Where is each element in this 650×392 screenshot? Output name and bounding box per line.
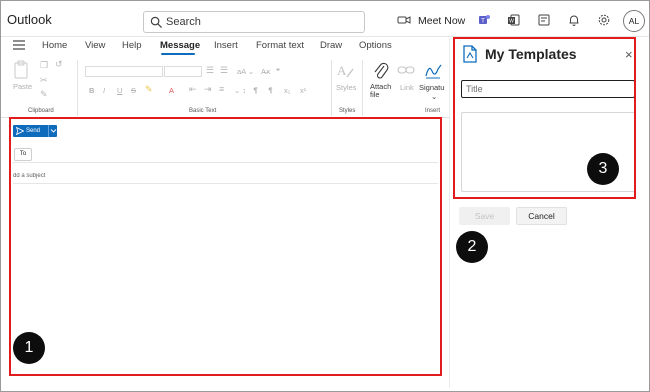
ribbon-tabs: Home View Help Message Insert Format tex… [1, 38, 449, 56]
ltr-icon[interactable]: ¶⃗ [253, 86, 258, 95]
tab-insert[interactable]: Insert [214, 40, 238, 51]
paperclip-icon[interactable] [372, 61, 390, 81]
decrease-indent-icon[interactable]: ⇤ [189, 84, 197, 95]
highlight-icon[interactable]: ✎ [145, 84, 153, 95]
svg-text:A: A [337, 63, 347, 78]
copy-icon[interactable]: ❐ [40, 60, 48, 71]
superscript-icon[interactable]: x¹ [300, 86, 306, 95]
strikethrough-icon[interactable]: S [131, 86, 136, 95]
paste-label: Paste [13, 82, 33, 91]
subscript-icon[interactable]: x₁ [284, 86, 290, 95]
link-icon[interactable] [397, 63, 415, 77]
font-size-select[interactable] [164, 66, 202, 77]
ribbon: Paste ❐ ↺ ✂ ✎ Clipboard ☰ ☰ aA ⌄ A̶ⅹ ❞ B… [1, 56, 449, 118]
gear-icon[interactable] [597, 13, 611, 27]
save-button[interactable]: Save [459, 207, 510, 225]
svg-text:T: T [481, 19, 485, 25]
hamburger-menu-icon[interactable] [13, 40, 25, 50]
undo-icon[interactable]: ↺ [55, 59, 63, 70]
attach-file-label[interactable]: Attach file [370, 83, 394, 99]
link-label: Link [400, 83, 414, 92]
insert-group-label: Insert [425, 108, 441, 114]
font-size-grow-icon[interactable]: aA ⌄ [237, 67, 254, 76]
rtl-icon[interactable]: ¶⃖ [268, 86, 273, 95]
search-icon [150, 16, 163, 29]
bold-icon[interactable]: B [89, 86, 94, 95]
pane-divider [449, 38, 450, 388]
title-bar: Outlook Meet Now T W AL [1, 1, 649, 37]
styles-label: Styles [336, 83, 357, 92]
avatar[interactable]: AL [623, 10, 645, 32]
italic-icon[interactable]: I [103, 86, 105, 95]
tab-view[interactable]: View [85, 40, 105, 51]
underline-icon[interactable]: U [117, 86, 122, 95]
annotation-marker-2: 2 [456, 231, 488, 263]
align-icon[interactable]: ≡ [219, 84, 224, 94]
clear-format-icon[interactable]: A̶ⅹ [261, 67, 270, 76]
styles-group-label: Styles [339, 108, 356, 114]
active-tab-indicator [161, 53, 195, 55]
group-divider [362, 60, 363, 116]
notes-icon[interactable] [537, 13, 551, 27]
search-box[interactable] [143, 11, 365, 33]
bell-icon[interactable] [567, 13, 581, 27]
paste-icon[interactable] [13, 60, 29, 80]
annotation-marker-3: 3 [587, 153, 619, 185]
video-camera-icon[interactable] [397, 13, 411, 27]
bullets-icon[interactable]: ☰ [206, 65, 214, 76]
signature-icon[interactable] [423, 61, 443, 81]
quote-icon[interactable]: ❞ [276, 67, 280, 76]
callout-box-compose [9, 117, 442, 376]
tab-options[interactable]: Options [359, 40, 392, 51]
font-color-icon[interactable]: A [169, 86, 174, 95]
numbering-icon[interactable]: ☰ [220, 65, 228, 76]
cut-icon[interactable]: ✂ [40, 75, 48, 86]
cancel-button[interactable]: Cancel [516, 207, 567, 225]
app-title: Outlook [7, 12, 52, 27]
tab-draw[interactable]: Draw [320, 40, 342, 51]
word-icon[interactable]: W [507, 13, 521, 27]
search-input[interactable] [166, 14, 356, 30]
group-divider [77, 60, 78, 116]
styles-icon[interactable]: A [335, 61, 355, 81]
teams-icon[interactable]: T [477, 13, 491, 27]
clipboard-group-label: Clipboard [28, 108, 54, 114]
tab-help[interactable]: Help [122, 40, 142, 51]
increase-indent-icon[interactable]: ⇥ [204, 84, 212, 95]
font-family-select[interactable] [85, 66, 163, 77]
tab-home[interactable]: Home [42, 40, 67, 51]
format-painter-icon[interactable]: ✎ [40, 89, 48, 100]
svg-text:W: W [509, 19, 514, 25]
group-divider [331, 60, 332, 116]
basic-text-group-label: Basic Text [189, 108, 217, 114]
meet-now-button[interactable]: Meet Now [418, 15, 465, 27]
signature-label[interactable]: Signatu [419, 83, 444, 92]
tab-message[interactable]: Message [160, 40, 200, 51]
tab-format-text[interactable]: Format text [256, 40, 304, 51]
signature-chevron-down-icon[interactable]: ⌄ [431, 92, 437, 101]
annotation-marker-1: 1 [13, 332, 45, 364]
paragraph-options-icon[interactable]: ⌄ ↕ [234, 86, 246, 95]
